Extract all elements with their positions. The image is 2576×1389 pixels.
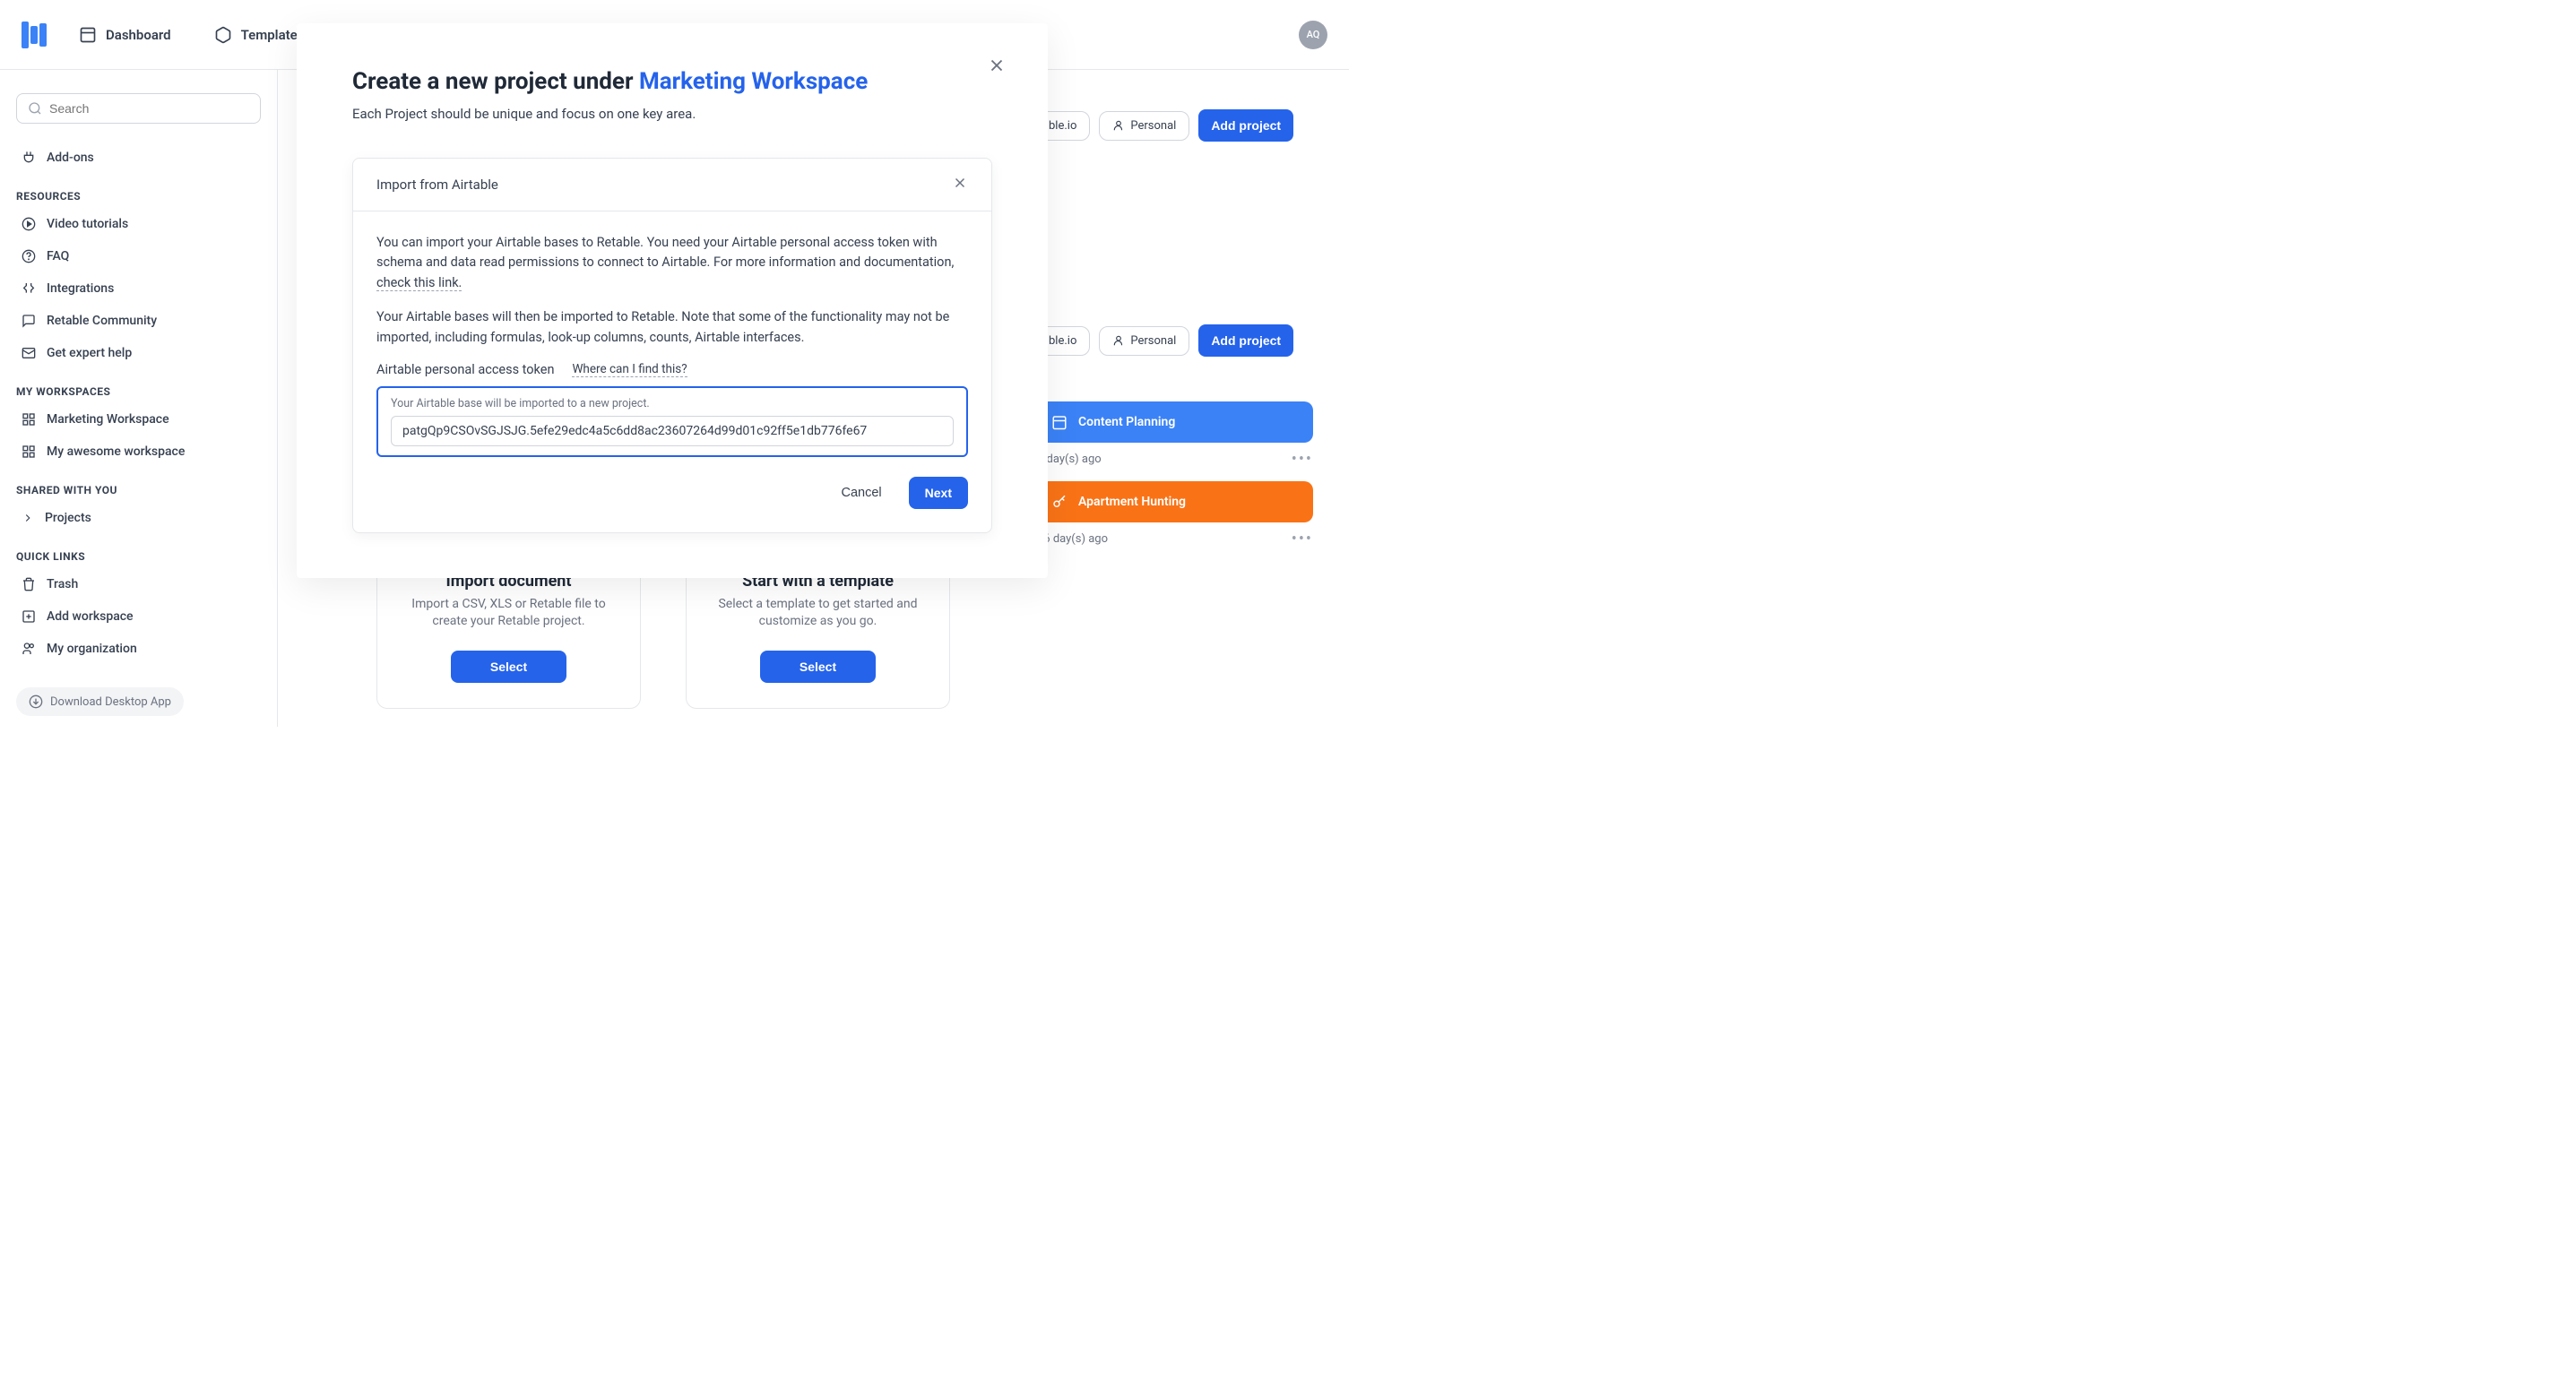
sidebar-item-label: Add workspace bbox=[47, 609, 134, 624]
project-title: Content Planning bbox=[1078, 415, 1175, 429]
section-workspaces: MY WORKSPACES bbox=[16, 385, 261, 398]
workspace-icon bbox=[22, 444, 36, 459]
download-desktop[interactable]: Download Desktop App bbox=[16, 687, 184, 716]
key-icon bbox=[1051, 494, 1068, 510]
more-icon[interactable]: ••• bbox=[1292, 450, 1313, 469]
inner-p1: You can import your Airtable bases to Re… bbox=[376, 233, 968, 293]
more-icon[interactable]: ••• bbox=[1292, 530, 1313, 548]
modal-close-button[interactable] bbox=[987, 56, 1007, 79]
import-airtable-panel: Import from Airtable You can import your… bbox=[352, 158, 992, 533]
sidebar-trash[interactable]: Trash bbox=[16, 568, 261, 600]
search-icon bbox=[28, 101, 42, 116]
chat-icon bbox=[22, 314, 36, 328]
sidebar-item-label: Get expert help bbox=[47, 346, 132, 360]
user-icon bbox=[1112, 334, 1125, 347]
workspace-name: Marketing Workspace bbox=[639, 68, 868, 95]
card-desc: Import a CSV, XLS or Retable file to cre… bbox=[397, 596, 620, 631]
token-label: Airtable personal access token bbox=[376, 362, 554, 377]
sidebar-faq[interactable]: FAQ bbox=[16, 240, 261, 272]
project-card-apartment-hunting[interactable]: Apartment Hunting bbox=[1035, 481, 1313, 522]
sidebar-item-label: Video tutorials bbox=[47, 217, 128, 231]
modal-subtitle: Each Project should be unique and focus … bbox=[352, 106, 992, 122]
add-project-button[interactable]: Add project bbox=[1198, 109, 1293, 142]
token-input[interactable] bbox=[391, 416, 954, 446]
avatar-initials: AQ bbox=[1307, 29, 1320, 40]
mail-icon bbox=[22, 346, 36, 360]
select-template-button[interactable]: Select bbox=[760, 651, 876, 683]
sidebar-item-label: My organization bbox=[47, 642, 137, 656]
select-import-button[interactable]: Select bbox=[451, 651, 566, 683]
sidebar-ws-marketing[interactable]: Marketing Workspace bbox=[16, 403, 261, 436]
dashboard-icon bbox=[79, 26, 97, 44]
inner-close-button[interactable] bbox=[952, 175, 968, 194]
inner-p2: Your Airtable bases will then be importe… bbox=[376, 307, 968, 348]
project-title: Apartment Hunting bbox=[1078, 495, 1186, 509]
inner-title: Import from Airtable bbox=[376, 177, 498, 193]
sidebar-expert[interactable]: Get expert help bbox=[16, 337, 261, 369]
download-icon bbox=[29, 694, 43, 709]
chevron-right-icon bbox=[22, 512, 34, 524]
token-field-wrap: Your Airtable base will be imported to a… bbox=[376, 386, 968, 457]
sidebar-ws-awesome[interactable]: My awesome workspace bbox=[16, 436, 261, 468]
sidebar-item-label: Retable Community bbox=[47, 314, 157, 328]
section-shared: SHARED WITH YOU bbox=[16, 484, 261, 496]
sidebar-add-workspace[interactable]: Add workspace bbox=[16, 600, 261, 633]
token-caption: Your Airtable base will be imported to a… bbox=[391, 397, 954, 410]
play-icon bbox=[22, 217, 36, 231]
add-project-button[interactable]: Add project bbox=[1198, 324, 1293, 357]
sidebar-item-label: Marketing Workspace bbox=[47, 412, 169, 427]
sidebar-community[interactable]: Retable Community bbox=[16, 305, 261, 337]
personal-badge: Personal bbox=[1099, 326, 1189, 356]
sidebar-item-label: Projects bbox=[45, 511, 91, 525]
check-link[interactable]: check this link. bbox=[376, 275, 462, 291]
calendar-icon bbox=[1051, 414, 1068, 430]
plugin-icon bbox=[22, 151, 36, 165]
card-desc: Select a template to get started and cus… bbox=[706, 596, 929, 631]
section-resources: RESOURCES bbox=[16, 190, 261, 203]
trash-icon bbox=[22, 577, 36, 591]
workspace-icon bbox=[22, 412, 36, 427]
plus-square-icon bbox=[22, 609, 36, 624]
integrations-icon bbox=[22, 281, 36, 296]
users-icon bbox=[22, 642, 36, 656]
personal-badge: Personal bbox=[1099, 111, 1189, 141]
sidebar-item-label: My awesome workspace bbox=[47, 444, 185, 459]
user-icon bbox=[1112, 119, 1125, 132]
sidebar-addons[interactable]: Add-ons bbox=[16, 142, 261, 174]
sidebar-my-org[interactable]: My organization bbox=[16, 633, 261, 665]
sidebar-integrations[interactable]: Integrations bbox=[16, 272, 261, 305]
nav-templates-label: Templates bbox=[241, 27, 305, 43]
search-input-wrap[interactable] bbox=[16, 93, 261, 124]
modal-title: Create a new project under Marketing Wor… bbox=[352, 68, 992, 95]
download-label: Download Desktop App bbox=[50, 695, 171, 709]
sidebar-item-label: Trash bbox=[47, 577, 78, 591]
cancel-button[interactable]: Cancel bbox=[829, 477, 895, 509]
sidebar-item-label: Integrations bbox=[47, 281, 114, 296]
section-quick: QUICK LINKS bbox=[16, 550, 261, 563]
avatar[interactable]: AQ bbox=[1299, 21, 1327, 49]
next-button[interactable]: Next bbox=[909, 477, 968, 509]
sidebar-shared-projects[interactable]: Projects bbox=[16, 502, 261, 534]
templates-icon bbox=[214, 26, 232, 44]
token-help-link[interactable]: Where can I find this? bbox=[572, 362, 687, 377]
create-project-modal: Create a new project under Marketing Wor… bbox=[297, 23, 1048, 578]
logo[interactable] bbox=[22, 22, 47, 48]
sidebar-item-label: FAQ bbox=[47, 249, 69, 263]
sidebar-video-tutorials[interactable]: Video tutorials bbox=[16, 208, 261, 240]
help-icon bbox=[22, 249, 36, 263]
nav-dashboard-label: Dashboard bbox=[106, 27, 171, 43]
project-card-content-planning[interactable]: Content Planning bbox=[1035, 401, 1313, 443]
nav-dashboard[interactable]: Dashboard bbox=[68, 19, 182, 51]
search-input[interactable] bbox=[49, 101, 249, 116]
sidebar-addons-label: Add-ons bbox=[47, 151, 94, 165]
